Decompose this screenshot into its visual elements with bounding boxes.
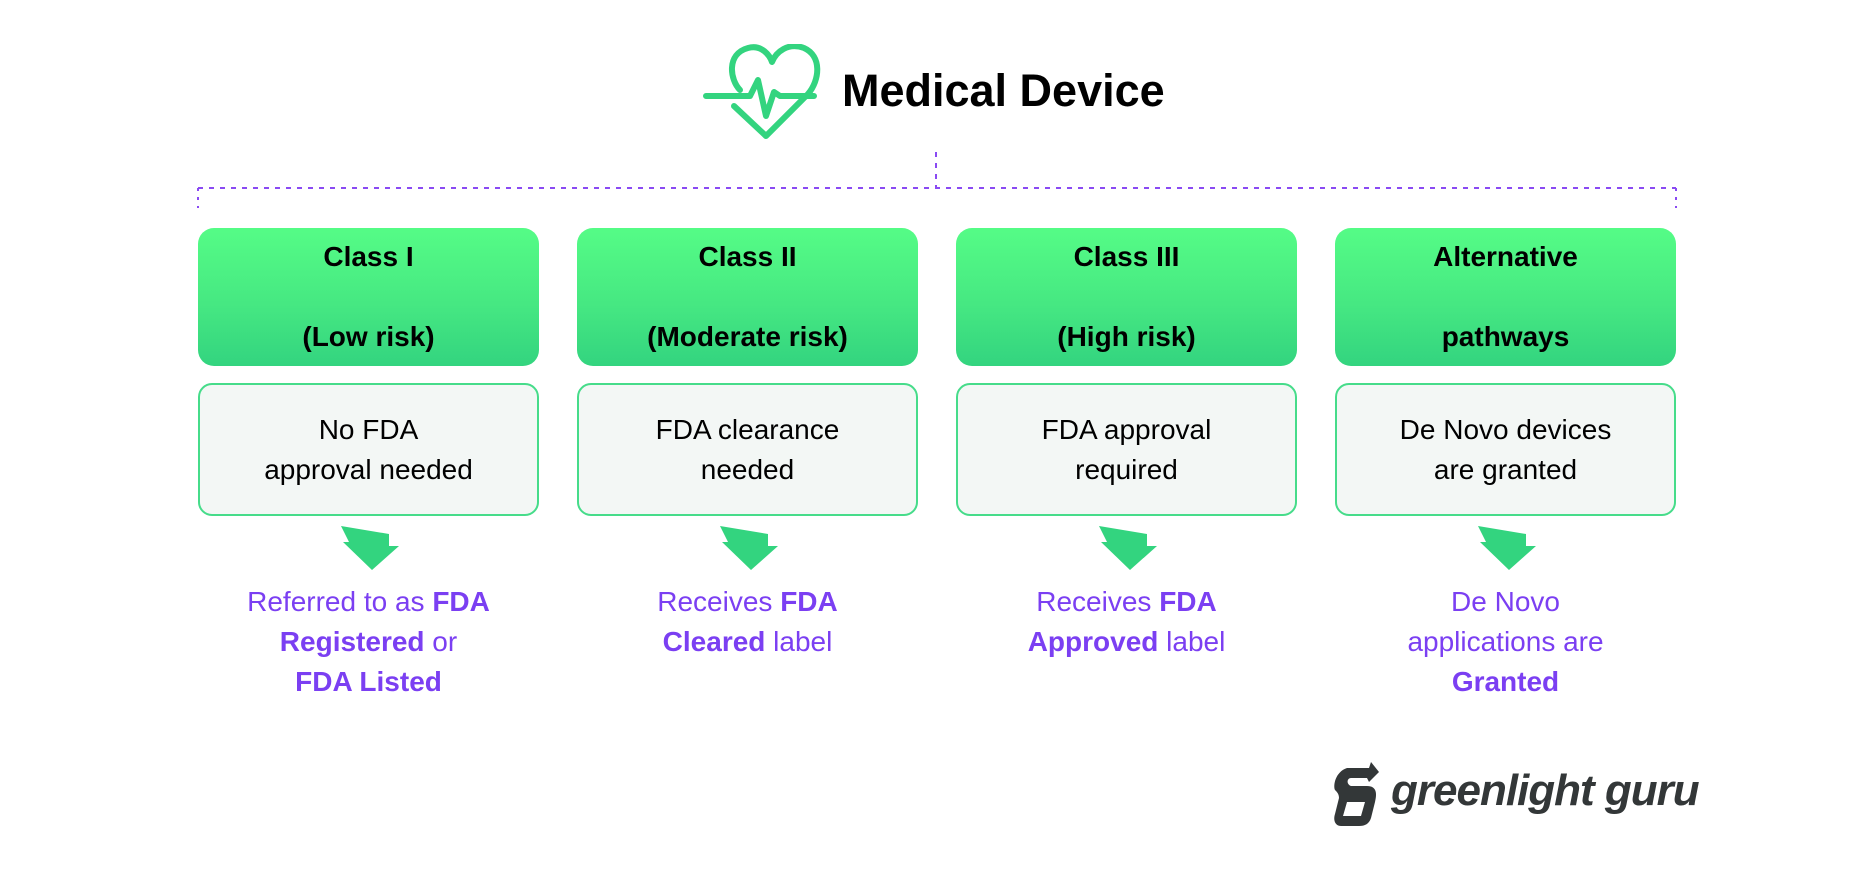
class-risk: pathways [1441,321,1570,352]
result-emphasis: Registered [279,626,425,657]
result-emphasis: FDA [432,586,490,617]
result-line: Cleared label [577,622,918,662]
result-line: Granted [1335,662,1676,702]
result-line: De Novo [1335,582,1676,622]
result-line: Approved label [956,622,1297,662]
requirement-box: De Novo devices are granted [1335,383,1676,516]
requirement-line: required [1075,453,1178,485]
class-title: Class III [1073,241,1180,272]
result-text: De Novo applications are Granted [1335,582,1676,702]
result-segment: or [424,626,458,657]
class-title: Alternative [1433,241,1578,272]
class-risk: (High risk) [1057,321,1196,352]
class-risk: (Moderate risk) [647,321,848,352]
result-line: applications are [1335,622,1676,662]
requirement-box: FDA clearance needed [577,383,918,516]
requirement-line: No FDA [318,413,419,445]
class-box: Class I (Low risk) [198,228,539,366]
column-alternative-pathways: Alternative pathways De Novo devices are… [1335,228,1676,702]
class-box: Alternative pathways [1335,228,1676,366]
result-emphasis: FDA [1159,586,1217,617]
result-emphasis: FDA [780,586,838,617]
result-line: Registered or [198,622,539,662]
arrow-down-icon [719,526,778,570]
class-box: Class II (Moderate risk) [577,228,918,366]
class-title: Class II [698,241,797,272]
column-class-3: Class III (High risk) FDA approval requi… [956,228,1297,662]
result-emphasis: Cleared [662,626,766,657]
result-emphasis: Granted [1451,666,1560,697]
class-box: Class III (High risk) [956,228,1297,366]
result-segment: applications are [1407,626,1604,657]
class-risk: (Low risk) [302,321,435,352]
diagram-header: Medical Device [700,44,1165,144]
arrow-down-icon [340,526,399,570]
result-segment: Receives [657,586,781,617]
requirement-line: FDA clearance [655,413,840,445]
logo-wordmark: greenlight guru [1391,766,1700,815]
result-line: Referred to as FDA [198,582,539,622]
result-text: Receives FDA Approved label [956,582,1297,662]
result-text: Referred to as FDA Registered or FDA Liste… [198,582,539,702]
result-text: Receives FDA Cleared label [577,582,918,662]
arrow-down-icon [1477,526,1536,570]
greenlight-guru-logo-icon [1334,762,1379,826]
arrow-down-icon [1098,526,1157,570]
result-emphasis: FDA Listed [295,666,442,697]
requirement-line: needed [700,453,795,485]
result-segment: De Novo [1451,586,1560,617]
page-title: Medical Device [842,65,1165,116]
class-title: Class I [323,241,414,272]
brand-logo: greenlight guru [1333,762,1700,826]
column-class-1: Class I (Low risk) No FDA approval neede… [198,228,539,702]
result-emphasis: Approved [1027,626,1159,657]
result-segment: Referred to as [247,586,433,617]
result-segment: Receives [1036,586,1160,617]
requirement-line: De Novo devices [1399,413,1612,445]
result-line: FDA Listed [198,662,539,702]
result-segment: label [1158,626,1226,657]
requirement-line: FDA approval [1041,413,1212,445]
requirement-box: No FDA approval needed [198,383,539,516]
column-class-2: Class II (Moderate risk) FDA clearance n… [577,228,918,662]
result-line: Receives FDA [577,582,918,622]
result-segment: label [765,626,833,657]
requirement-line: are granted [1433,453,1578,485]
requirement-line: approval needed [264,453,473,485]
heart-pulse-icon [703,44,821,139]
requirement-box: FDA approval required [956,383,1297,516]
result-line: Receives FDA [956,582,1297,622]
